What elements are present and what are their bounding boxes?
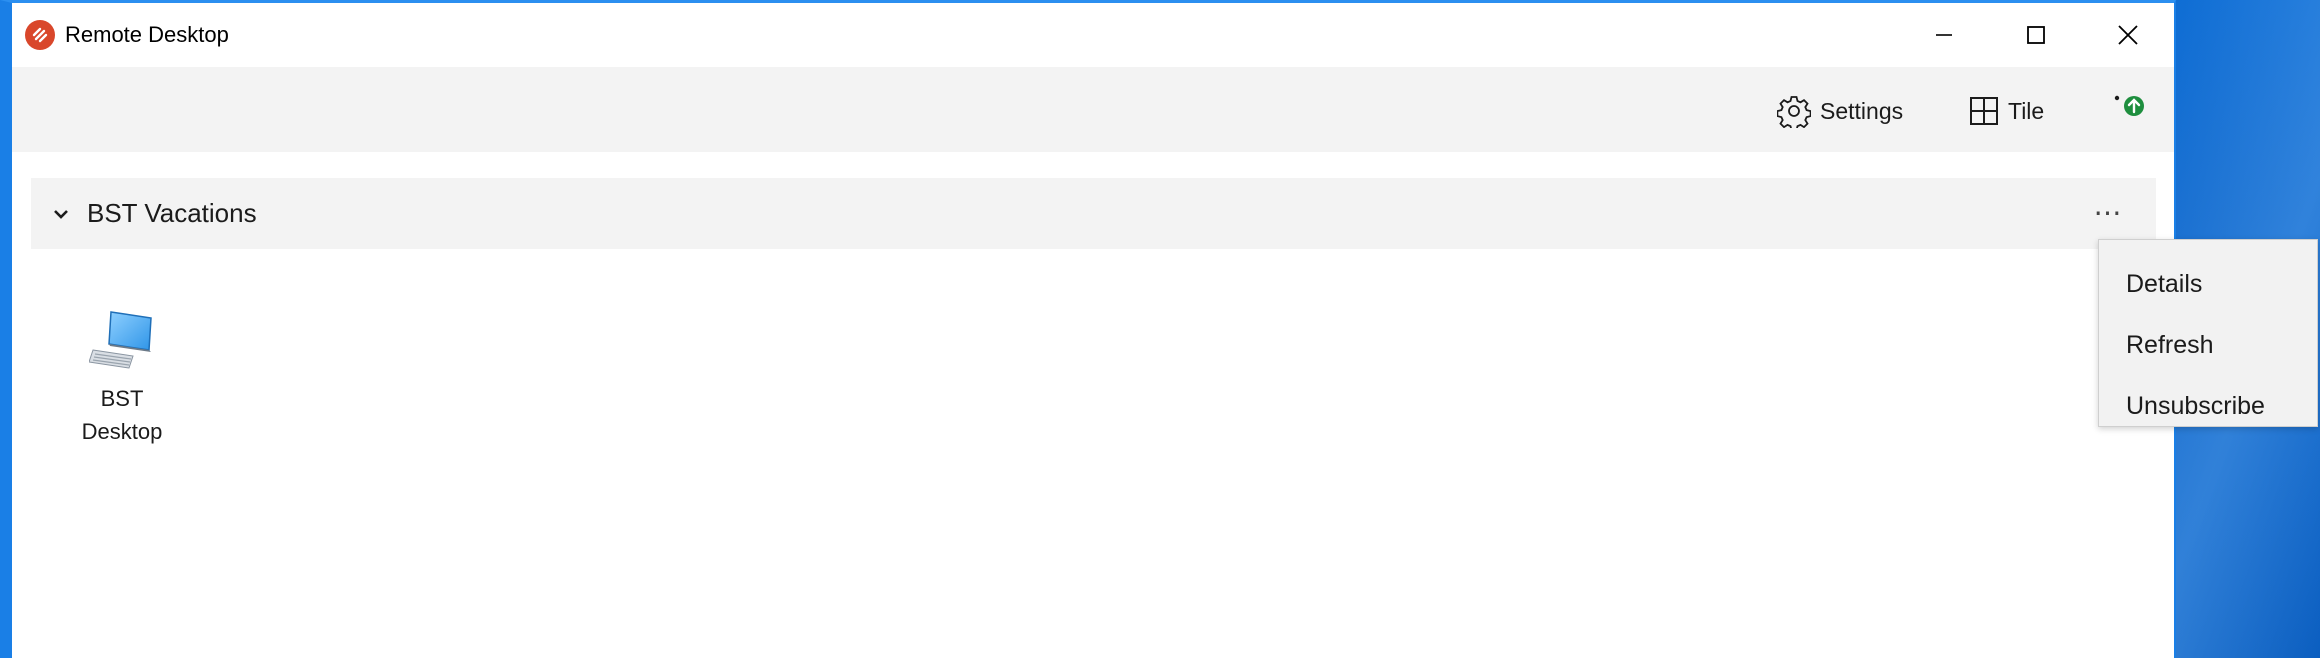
settings-button[interactable]: Settings xyxy=(1777,93,1903,129)
tile-label: Tile xyxy=(2008,97,2045,124)
tile-view-button[interactable]: Tile xyxy=(1969,93,2044,129)
more-options-update-button[interactable] xyxy=(2110,87,2152,123)
resource-label: BST Desktop xyxy=(60,382,184,448)
workspace-more-button[interactable]: ⋯ xyxy=(2088,192,2128,232)
resource-label-line2: Desktop xyxy=(81,419,163,444)
menu-item-details[interactable]: Details xyxy=(2099,254,2317,315)
workspace-group-header[interactable]: BST Vacations ⋯ xyxy=(31,178,2156,249)
menu-item-refresh[interactable]: Refresh xyxy=(2099,315,2317,376)
resource-label-line1: BST xyxy=(100,386,144,411)
update-available-icon xyxy=(2114,95,2144,116)
maximize-icon xyxy=(2027,26,2045,44)
settings-label: Settings xyxy=(1820,97,1904,124)
resource-bst-desktop[interactable]: BST Desktop xyxy=(60,310,184,448)
desktop-icon xyxy=(89,311,152,369)
tile-grid-icon xyxy=(1970,97,1998,125)
close-button[interactable] xyxy=(2082,3,2174,67)
minimize-button[interactable] xyxy=(1898,3,1990,67)
gear-icon xyxy=(1777,96,1811,128)
toolbar: Settings Tile xyxy=(12,67,2174,152)
menu-item-unsubscribe[interactable]: Unsubscribe xyxy=(2099,376,2317,437)
window-title: Remote Desktop xyxy=(65,22,229,47)
workspace-context-menu: Details Refresh Unsubscribe xyxy=(2098,239,2318,427)
workspace-name: BST Vacations xyxy=(87,198,257,228)
minimize-icon xyxy=(1936,34,1952,36)
maximize-button[interactable] xyxy=(1990,3,2082,67)
remote-desktop-window: Remote Desktop Settings Tile BST Vacatio… xyxy=(0,0,2318,658)
chevron-down-icon[interactable] xyxy=(53,208,69,220)
remote-desktop-logo-icon xyxy=(25,20,55,50)
window-controls xyxy=(1898,3,2174,67)
title-bar[interactable]: Remote Desktop xyxy=(12,3,2174,67)
workspace-content: BST Vacations ⋯ BST Desktop xyxy=(12,152,2174,658)
close-icon xyxy=(2118,25,2138,45)
